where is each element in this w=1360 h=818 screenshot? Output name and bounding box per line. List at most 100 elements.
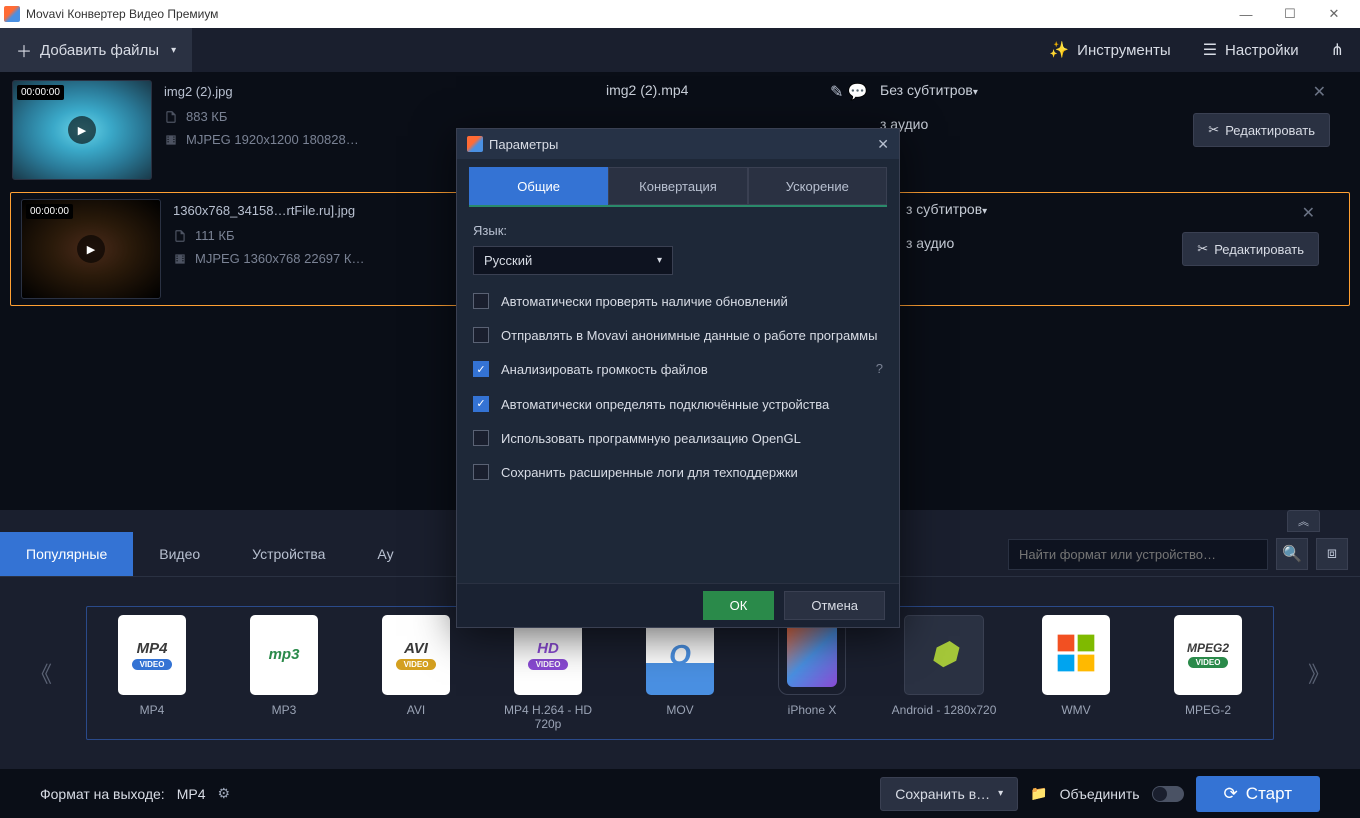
expand-handle[interactable]: ︽ xyxy=(1287,510,1320,532)
play-icon[interactable]: ▶ xyxy=(68,116,96,144)
format-item-mpeg2[interactable]: MPEG2VIDEO MPEG-2 xyxy=(1151,615,1265,731)
file-size: 883 КБ xyxy=(186,109,227,124)
main-toolbar: ＋ Добавить файлы ▾ ✨ Инструменты ☰ Настр… xyxy=(0,28,1360,72)
minimize-button[interactable]: — xyxy=(1224,0,1268,28)
edit-button[interactable]: ✂ Редактировать xyxy=(1182,232,1319,266)
menu-icon: ☰ xyxy=(1203,40,1217,60)
edit-label: Редактировать xyxy=(1214,242,1304,257)
edit-button[interactable]: ✂ Редактировать xyxy=(1193,113,1330,147)
format-item-mp3[interactable]: mp3 MP3 xyxy=(227,615,341,731)
checkbox-updates[interactable] xyxy=(473,293,489,309)
checkbox-label: Отправлять в Movavi анонимные данные о р… xyxy=(501,327,883,345)
output-format-label: Формат на выходе: xyxy=(40,786,165,802)
film-icon xyxy=(164,133,178,147)
add-files-button[interactable]: ＋ Добавить файлы ▾ xyxy=(0,28,192,72)
language-select[interactable]: Русский ▾ xyxy=(473,246,673,275)
timestamp-badge: 00:00:00 xyxy=(26,204,73,219)
checkbox-logs[interactable] xyxy=(473,464,489,480)
modal-close-button[interactable]: ✕ xyxy=(877,136,889,153)
checkbox-volume[interactable]: ✓ xyxy=(473,361,489,377)
device-search-icon: ⧈ xyxy=(1327,545,1337,563)
tools-button[interactable]: ✨ Инструменты xyxy=(1033,28,1186,72)
subtitle-selector[interactable]: Без субтитров▾ xyxy=(880,82,978,98)
checkbox-label: Сохранить расширенные логи для техподдер… xyxy=(501,464,883,482)
chevron-down-icon: ▾ xyxy=(998,788,1003,799)
modal-tab-accel[interactable]: Ускорение xyxy=(748,167,887,205)
folder-icon[interactable]: 📁 xyxy=(1030,785,1047,802)
checkbox-label: Автоматически проверять наличие обновлен… xyxy=(501,293,883,311)
chevron-down-icon: ▾ xyxy=(982,206,987,217)
tab-popular[interactable]: Популярные xyxy=(0,532,133,576)
format-item-mp4[interactable]: MP4VIDEO MP4 xyxy=(95,615,209,731)
close-button[interactable]: ✕ xyxy=(1312,0,1356,28)
merge-label: Объединить xyxy=(1060,786,1140,802)
subtitle-selector[interactable]: з субтитров▾ xyxy=(906,201,987,217)
format-item-android[interactable]: ⬢ Android - 1280x720 xyxy=(887,615,1001,731)
audio-selector[interactable]: з аудио xyxy=(906,235,987,251)
detect-device-button[interactable]: ⧈ xyxy=(1316,538,1348,570)
search-button[interactable]: 🔍 xyxy=(1276,538,1308,570)
edit-name-icon[interactable]: ✎ xyxy=(830,84,843,101)
play-icon[interactable]: ▶ xyxy=(77,235,105,263)
checkbox-analytics[interactable] xyxy=(473,327,489,343)
save-to-button[interactable]: Сохранить в… ▾ xyxy=(880,777,1018,811)
subtitle-icon[interactable]: 💬 xyxy=(848,84,868,101)
share-button[interactable]: ⋔ xyxy=(1315,28,1360,72)
checkbox-label: Использовать программную реализацию Open… xyxy=(501,430,883,448)
format-item-mov[interactable]: Q MOV xyxy=(623,615,737,731)
scissors-icon: ✂ xyxy=(1197,241,1208,257)
tab-devices[interactable]: Устройства xyxy=(226,532,351,576)
bottom-bar: Формат на выходе: MP4 ⚙ Сохранить в… ▾ 📁… xyxy=(0,768,1360,818)
help-icon[interactable]: ? xyxy=(876,361,883,376)
settings-label: Настройки xyxy=(1225,42,1299,59)
search-input[interactable] xyxy=(1008,539,1268,570)
scroll-left-button[interactable]: 《 xyxy=(24,657,58,689)
modal-title: Параметры xyxy=(489,137,558,152)
scroll-right-button[interactable]: 》 xyxy=(1302,657,1336,689)
language-label: Язык: xyxy=(473,223,883,238)
android-icon: ⬢ xyxy=(931,637,957,672)
scissors-icon: ✂ xyxy=(1208,122,1219,138)
modal-titlebar: Параметры ✕ xyxy=(457,129,899,159)
checkbox-label: Автоматически определять подключённые ус… xyxy=(501,396,883,414)
file-name: img2 (2).jpg xyxy=(164,84,594,99)
gear-icon[interactable]: ⚙ xyxy=(218,785,231,802)
remove-file-icon[interactable]: ✕ xyxy=(1302,203,1315,223)
format-item-hd720[interactable]: HDVIDEO MP4 H.264 - HD 720p xyxy=(491,615,605,731)
share-icon: ⋔ xyxy=(1331,40,1344,60)
maximize-button[interactable]: ☐ xyxy=(1268,0,1312,28)
tab-video[interactable]: Видео xyxy=(133,532,226,576)
checkbox-devices[interactable]: ✓ xyxy=(473,396,489,412)
ok-button[interactable]: ОК xyxy=(703,591,775,620)
tab-audio[interactable]: Ау xyxy=(351,532,419,576)
edit-label: Редактировать xyxy=(1225,123,1315,138)
chevron-down-icon: ▾ xyxy=(657,255,662,266)
checkbox-opengl[interactable] xyxy=(473,430,489,446)
cancel-button[interactable]: Отмена xyxy=(784,591,885,620)
document-icon xyxy=(164,110,178,124)
format-item-avi[interactable]: AVIVIDEO AVI xyxy=(359,615,473,731)
chevron-down-icon: ▾ xyxy=(171,45,176,56)
modal-tab-general[interactable]: Общие xyxy=(469,167,608,205)
save-to-label: Сохранить в… xyxy=(895,786,990,802)
format-item-wmv[interactable]: WMV xyxy=(1019,615,1133,731)
format-item-iphone[interactable]: iPhone X xyxy=(755,615,869,731)
app-logo-icon xyxy=(4,6,20,22)
modal-tabs: Общие Конвертация Ускорение xyxy=(469,167,887,207)
chevron-down-icon: ▾ xyxy=(973,87,978,98)
output-format-value: MP4 xyxy=(177,786,206,802)
thumbnail[interactable]: 00:00:00 ▶ xyxy=(12,80,152,180)
search-icon: 🔍 xyxy=(1282,544,1302,564)
merge-toggle[interactable] xyxy=(1152,786,1184,802)
app-logo-icon xyxy=(467,136,483,152)
tools-label: Инструменты xyxy=(1077,42,1171,59)
remove-file-icon[interactable]: ✕ xyxy=(1313,82,1326,102)
checkbox-label: Анализировать громкость файлов xyxy=(501,361,864,379)
windows-icon xyxy=(1056,633,1096,677)
thumbnail[interactable]: 00:00:00 ▶ xyxy=(21,199,161,299)
modal-tab-convert[interactable]: Конвертация xyxy=(608,167,747,205)
start-button[interactable]: ⟳ Старт xyxy=(1196,776,1320,812)
start-label: Старт xyxy=(1246,784,1292,804)
file-size: 111 КБ xyxy=(195,228,234,243)
settings-button[interactable]: ☰ Настройки xyxy=(1187,28,1315,72)
